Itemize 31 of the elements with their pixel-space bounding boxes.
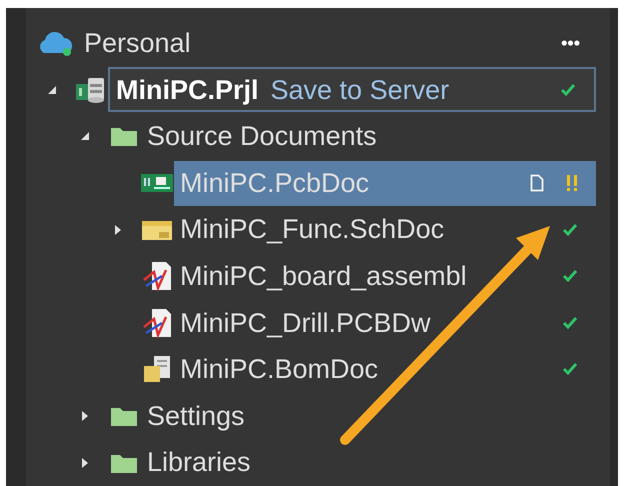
item-name[interactable]: MiniPC_Drill.PCBDw: [180, 302, 431, 344]
collapsed-caret-icon[interactable]: [81, 410, 89, 422]
item-name[interactable]: Libraries: [147, 442, 251, 483]
circuit-board-icon: [140, 172, 174, 194]
bill-of-materials-icon: [142, 354, 172, 384]
expanded-caret-icon[interactable]: [47, 84, 57, 95]
check-icon: [562, 222, 578, 237]
drawing-document-icon: [142, 306, 172, 339]
check-icon: [562, 362, 578, 376]
document-icon: [530, 174, 544, 192]
save-to-server-link[interactable]: Save to Server: [270, 70, 450, 110]
collapsed-caret-icon[interactable]: [114, 224, 122, 236]
folder-icon: [110, 125, 138, 148]
item-name[interactable]: MiniPC.BomDoc: [180, 349, 378, 390]
collapsed-caret-icon[interactable]: [81, 456, 89, 469]
warning-icon: [566, 174, 578, 192]
item-name[interactable]: Settings: [147, 396, 245, 436]
check-icon: [562, 269, 578, 284]
workspace-title: Personal: [84, 27, 191, 60]
folder-icon: [110, 405, 138, 428]
expanded-caret-icon[interactable]: [80, 131, 90, 142]
check-icon: [562, 316, 578, 330]
item-name[interactable]: MiniPC_Func.SchDoc: [180, 209, 444, 250]
item-name[interactable]: MiniPC.Prjl: [116, 70, 259, 110]
item-name[interactable]: Source Documents: [147, 116, 377, 157]
more-menu-button[interactable]: •••: [561, 30, 580, 57]
drawing-document-icon: [142, 260, 172, 292]
cloud-icon: [38, 29, 74, 58]
check-icon: [560, 82, 576, 97]
focused-row-frame[interactable]: MiniPC.Prjl Save to Server: [108, 67, 596, 112]
item-name[interactable]: MiniPC_board_assembl: [180, 256, 467, 297]
